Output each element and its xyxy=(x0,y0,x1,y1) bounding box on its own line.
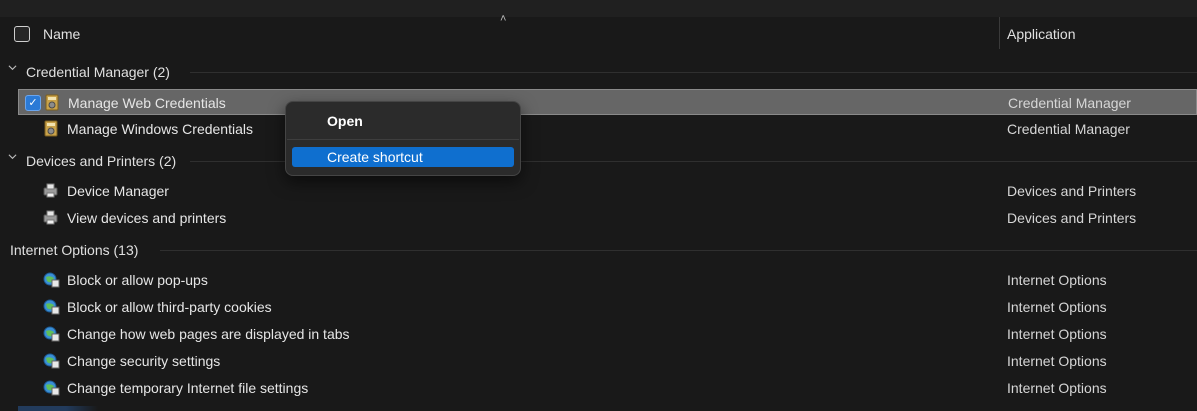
item-application: Internet Options xyxy=(1007,299,1107,315)
list-item[interactable]: Change temporary Internet file settings … xyxy=(18,375,1197,401)
credential-manager-icon xyxy=(44,120,58,137)
group-divider xyxy=(160,250,1197,251)
context-menu-separator xyxy=(287,139,519,140)
internet-options-icon xyxy=(43,272,60,288)
list-item[interactable]: Manage Windows Credentials Credential Ma… xyxy=(18,116,1197,142)
internet-options-icon xyxy=(43,299,60,315)
credential-manager-icon xyxy=(45,94,59,111)
group-header-credential-manager[interactable]: Credential Manager (2) xyxy=(0,60,1197,84)
list-item[interactable]: View devices and printers Devices and Pr… xyxy=(18,205,1197,231)
item-name: Change temporary Internet file settings xyxy=(67,380,309,396)
internet-options-icon xyxy=(43,326,60,342)
list-item[interactable]: Block or allow pop-ups Internet Options xyxy=(18,267,1197,293)
item-application: Devices and Printers xyxy=(1007,210,1137,226)
internet-options-icon xyxy=(43,353,60,369)
column-header-application[interactable]: Application xyxy=(1007,26,1076,42)
select-all-checkbox[interactable] xyxy=(14,26,30,42)
group-label: Credential Manager (2) xyxy=(26,64,170,80)
item-name: Block or allow pop-ups xyxy=(67,272,208,288)
row-checkbox[interactable]: ✓ xyxy=(25,95,41,111)
top-strip xyxy=(0,0,1197,17)
item-name: Change security settings xyxy=(67,353,221,369)
context-menu-open[interactable]: Open xyxy=(327,113,363,129)
item-name: View devices and printers xyxy=(67,210,227,226)
item-name: Change how web pages are displayed in ta… xyxy=(67,326,350,342)
context-menu-create-shortcut[interactable]: Create shortcut xyxy=(292,147,514,167)
group-header-devices-and-printers[interactable]: Devices and Printers (2) xyxy=(0,149,1197,173)
internet-options-icon xyxy=(43,380,60,396)
list-item[interactable]: Block or allow third-party cookies Inter… xyxy=(18,294,1197,320)
chevron-down-icon xyxy=(8,65,17,71)
item-application: Credential Manager xyxy=(1007,121,1130,137)
column-divider[interactable] xyxy=(999,17,1000,49)
list-item[interactable]: ✓ Manage Web Credentials Credential Mana… xyxy=(18,89,1197,115)
item-name: Device Manager xyxy=(67,183,169,199)
group-label: Devices and Printers (2) xyxy=(26,153,177,169)
column-header: Name ˄ Application xyxy=(0,13,1197,51)
list-item[interactable]: Device Manager Devices and Printers xyxy=(18,178,1197,204)
item-application: Credential Manager xyxy=(1008,95,1131,111)
group-header-internet-options[interactable]: Internet Options (13) xyxy=(0,238,1197,262)
item-application: Internet Options xyxy=(1007,326,1107,342)
chevron-down-icon xyxy=(8,154,17,160)
create-shortcut-label: Create shortcut xyxy=(327,149,423,165)
item-name: Manage Web Credentials xyxy=(68,95,226,111)
group-divider xyxy=(190,72,1197,73)
item-application: Internet Options xyxy=(1007,353,1107,369)
list-item[interactable]: Change how web pages are displayed in ta… xyxy=(18,321,1197,347)
printer-icon xyxy=(43,183,58,198)
item-name: Manage Windows Credentials xyxy=(67,121,253,137)
column-header-name[interactable]: Name xyxy=(43,26,80,42)
item-application: Internet Options xyxy=(1007,380,1107,396)
printer-icon xyxy=(43,210,58,225)
next-row-peek xyxy=(18,406,98,411)
context-menu: Open Create shortcut xyxy=(285,101,521,176)
list-item[interactable]: Change security settings Internet Option… xyxy=(18,348,1197,374)
group-label: Internet Options (13) xyxy=(10,242,139,258)
item-name: Block or allow third-party cookies xyxy=(67,299,272,315)
item-application: Devices and Printers xyxy=(1007,183,1137,199)
item-application: Internet Options xyxy=(1007,272,1107,288)
sort-ascending-icon: ˄ xyxy=(500,13,507,25)
